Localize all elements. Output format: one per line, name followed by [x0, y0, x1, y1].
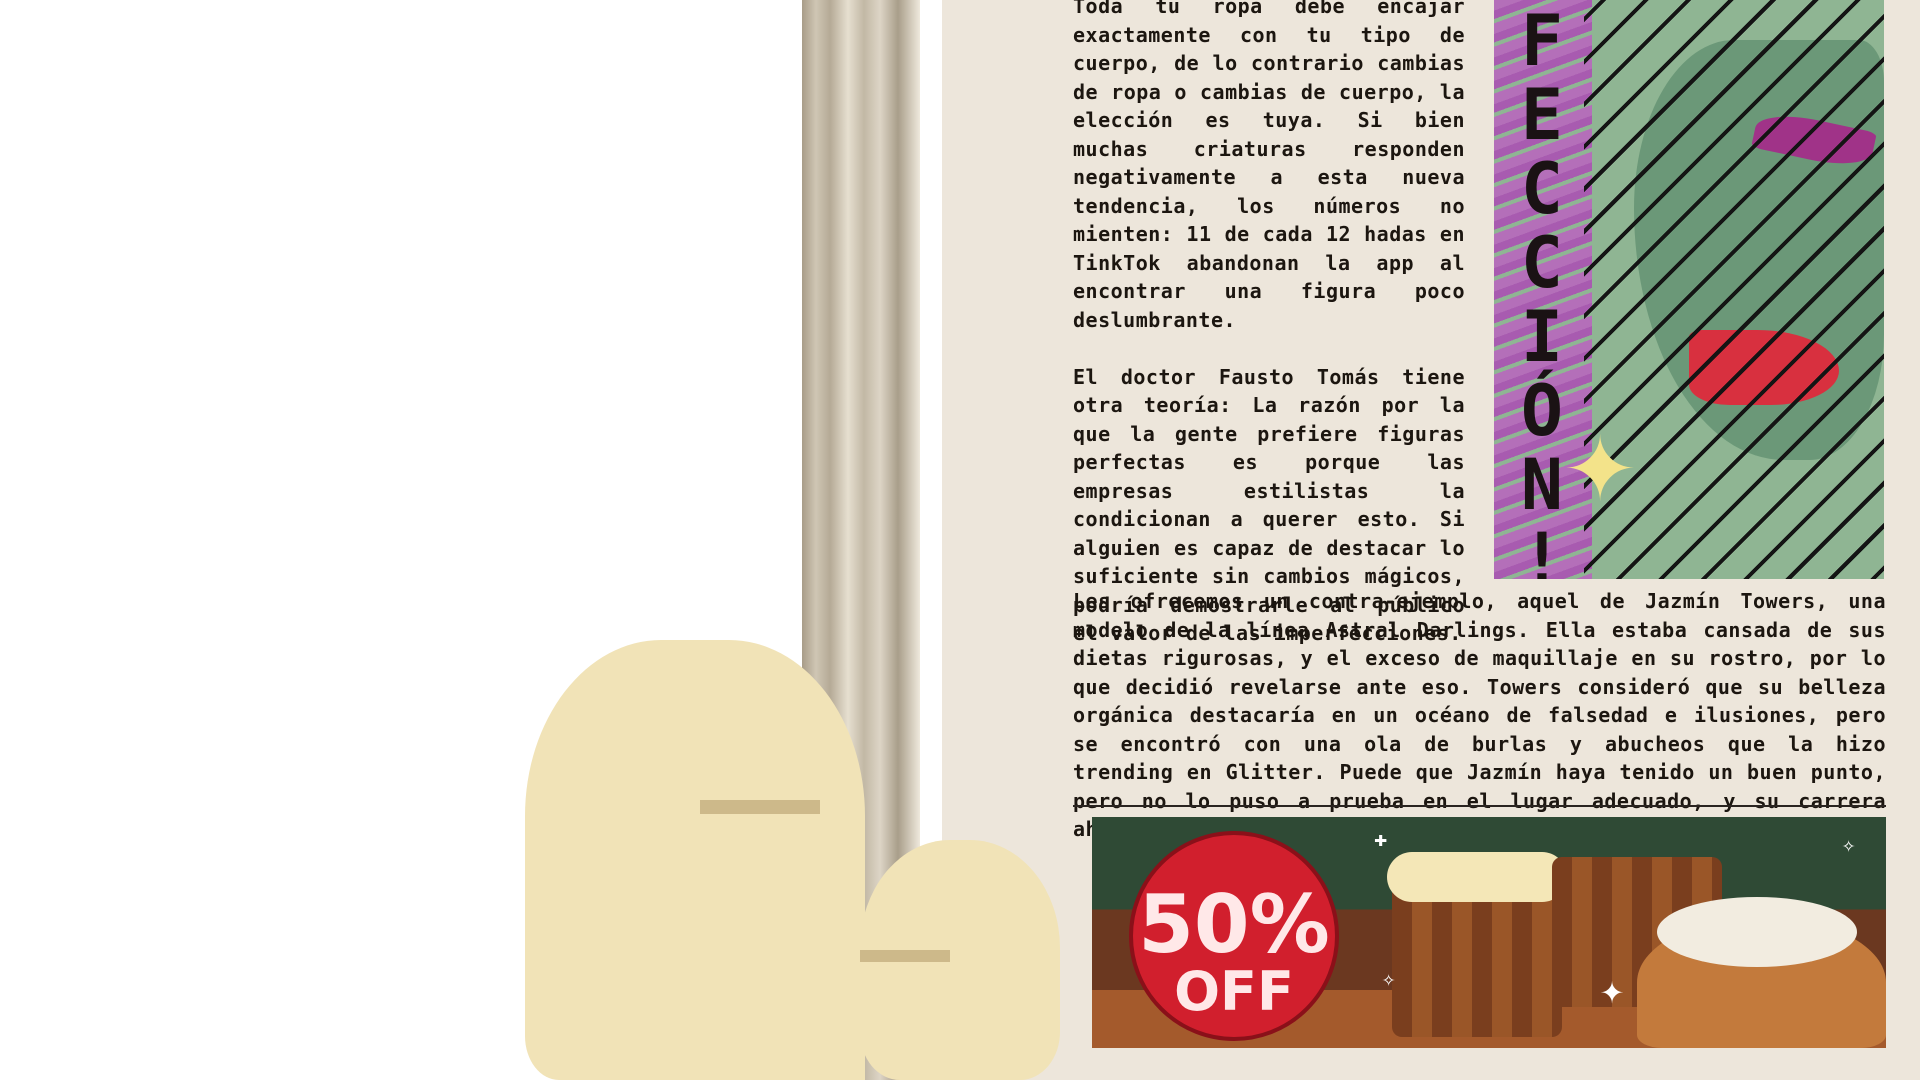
article-paragraph-1: Toda tu ropa debe encajar exactamente co… — [1073, 0, 1465, 332]
rice-icon — [1657, 897, 1857, 967]
article-column: Toda tu ropa debe encajar exactamente co… — [1073, 0, 1465, 676]
sale-badge-off: OFF — [1174, 960, 1294, 1023]
sale-badge-percent: 50% — [1138, 878, 1330, 971]
sparkle-icon: ✦ — [1600, 967, 1625, 1013]
knuckle-shade — [700, 800, 820, 814]
ad-banner[interactable]: 50% OFF ✚ ✧ ✦ ✧ — [1092, 817, 1886, 1048]
sparkle-icon: ✧ — [1382, 967, 1396, 992]
sparkle-icon: ✧ — [1842, 833, 1856, 858]
beer-foam — [1387, 852, 1567, 902]
hand-holding-magazine — [525, 640, 865, 1080]
comic-illustration: FECCIÓN!? ✦ — [1494, 0, 1884, 579]
article-divider — [1073, 805, 1886, 807]
sale-badge: 50% OFF — [1129, 831, 1339, 1041]
knuckle-shade — [860, 950, 950, 962]
sparkle-icon: ✚ — [1374, 827, 1388, 852]
sparkle-star-icon: ✦ — [1564, 390, 1637, 529]
